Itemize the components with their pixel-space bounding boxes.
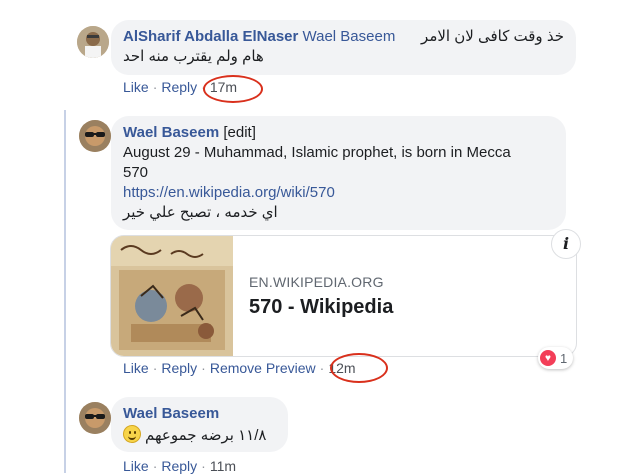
like-link[interactable]: Like <box>123 79 149 95</box>
timestamp[interactable]: 11m <box>210 458 236 474</box>
comment-text-arabic: اي خدمه ، تصبح علي خير <box>123 204 278 221</box>
annotation-circle <box>330 353 388 383</box>
thread-line <box>64 110 66 473</box>
comment-actions-3: Like · Reply · 11m <box>123 458 236 474</box>
edit-tag: [edit] <box>223 124 256 141</box>
reaction-badge[interactable]: ♥ 1 <box>538 347 574 369</box>
comment-text: ١١/٨ برضه جموعهم <box>145 427 267 444</box>
separator: · <box>152 458 158 474</box>
reply-link[interactable]: Reply <box>161 360 197 376</box>
reply-link[interactable]: Reply <box>161 79 197 95</box>
separator: · <box>152 79 158 95</box>
comment-bubble-1: AlSharif Abdalla ElNaser Wael Baseem خذ … <box>111 20 576 75</box>
comment-bubble-3: Wael Baseem ١١/٨ برضه جموعهم <box>111 397 288 452</box>
comment-author[interactable]: Wael Baseem <box>123 124 219 141</box>
comment-text-line1: خذ وقت كافى لان الامر <box>421 28 564 45</box>
comment-author[interactable]: Wael Baseem <box>123 405 219 422</box>
info-icon[interactable]: i <box>551 229 581 259</box>
wikipedia-link[interactable]: https://en.wikipedia.org/wiki/570 <box>123 183 335 203</box>
smiley-emoji-icon <box>123 425 141 443</box>
link-preview-card[interactable]: EN.WIKIPEDIA.ORG 570 - Wikipedia <box>110 235 577 357</box>
comment-text-line2: 570 <box>123 164 149 181</box>
preview-thumbnail <box>111 236 233 356</box>
avatar-wael[interactable] <box>79 120 111 152</box>
comment-author[interactable]: AlSharif Abdalla ElNaser <box>123 28 298 45</box>
annotation-circle <box>203 75 263 103</box>
preview-title[interactable]: 570 - Wikipedia <box>249 296 393 319</box>
comment-text-line2: هام ولم يقترب منه احد <box>123 48 264 65</box>
preview-domain: EN.WIKIPEDIA.ORG <box>249 274 384 290</box>
reaction-count: 1 <box>560 350 568 366</box>
avatar-wael[interactable] <box>79 402 111 434</box>
like-link[interactable]: Like <box>123 360 149 376</box>
separator: · <box>152 360 158 376</box>
comment-bubble-2: Wael Baseem [edit] August 29 - Muhammad,… <box>111 116 566 230</box>
comment-actions-2: Like · Reply · Remove Preview · 12m <box>123 360 356 376</box>
separator: · <box>201 360 206 376</box>
separator: · <box>201 458 206 474</box>
heart-icon: ♥ <box>540 350 556 366</box>
mention-link[interactable]: Wael Baseem <box>303 28 396 45</box>
comment-text-line1: August 29 - Muhammad, Islamic prophet, i… <box>123 144 511 161</box>
separator: · <box>319 360 325 376</box>
remove-preview-link[interactable]: Remove Preview <box>210 360 316 376</box>
like-link[interactable]: Like <box>123 458 149 474</box>
avatar-alsharif[interactable] <box>77 26 109 58</box>
reply-link[interactable]: Reply <box>161 458 197 474</box>
